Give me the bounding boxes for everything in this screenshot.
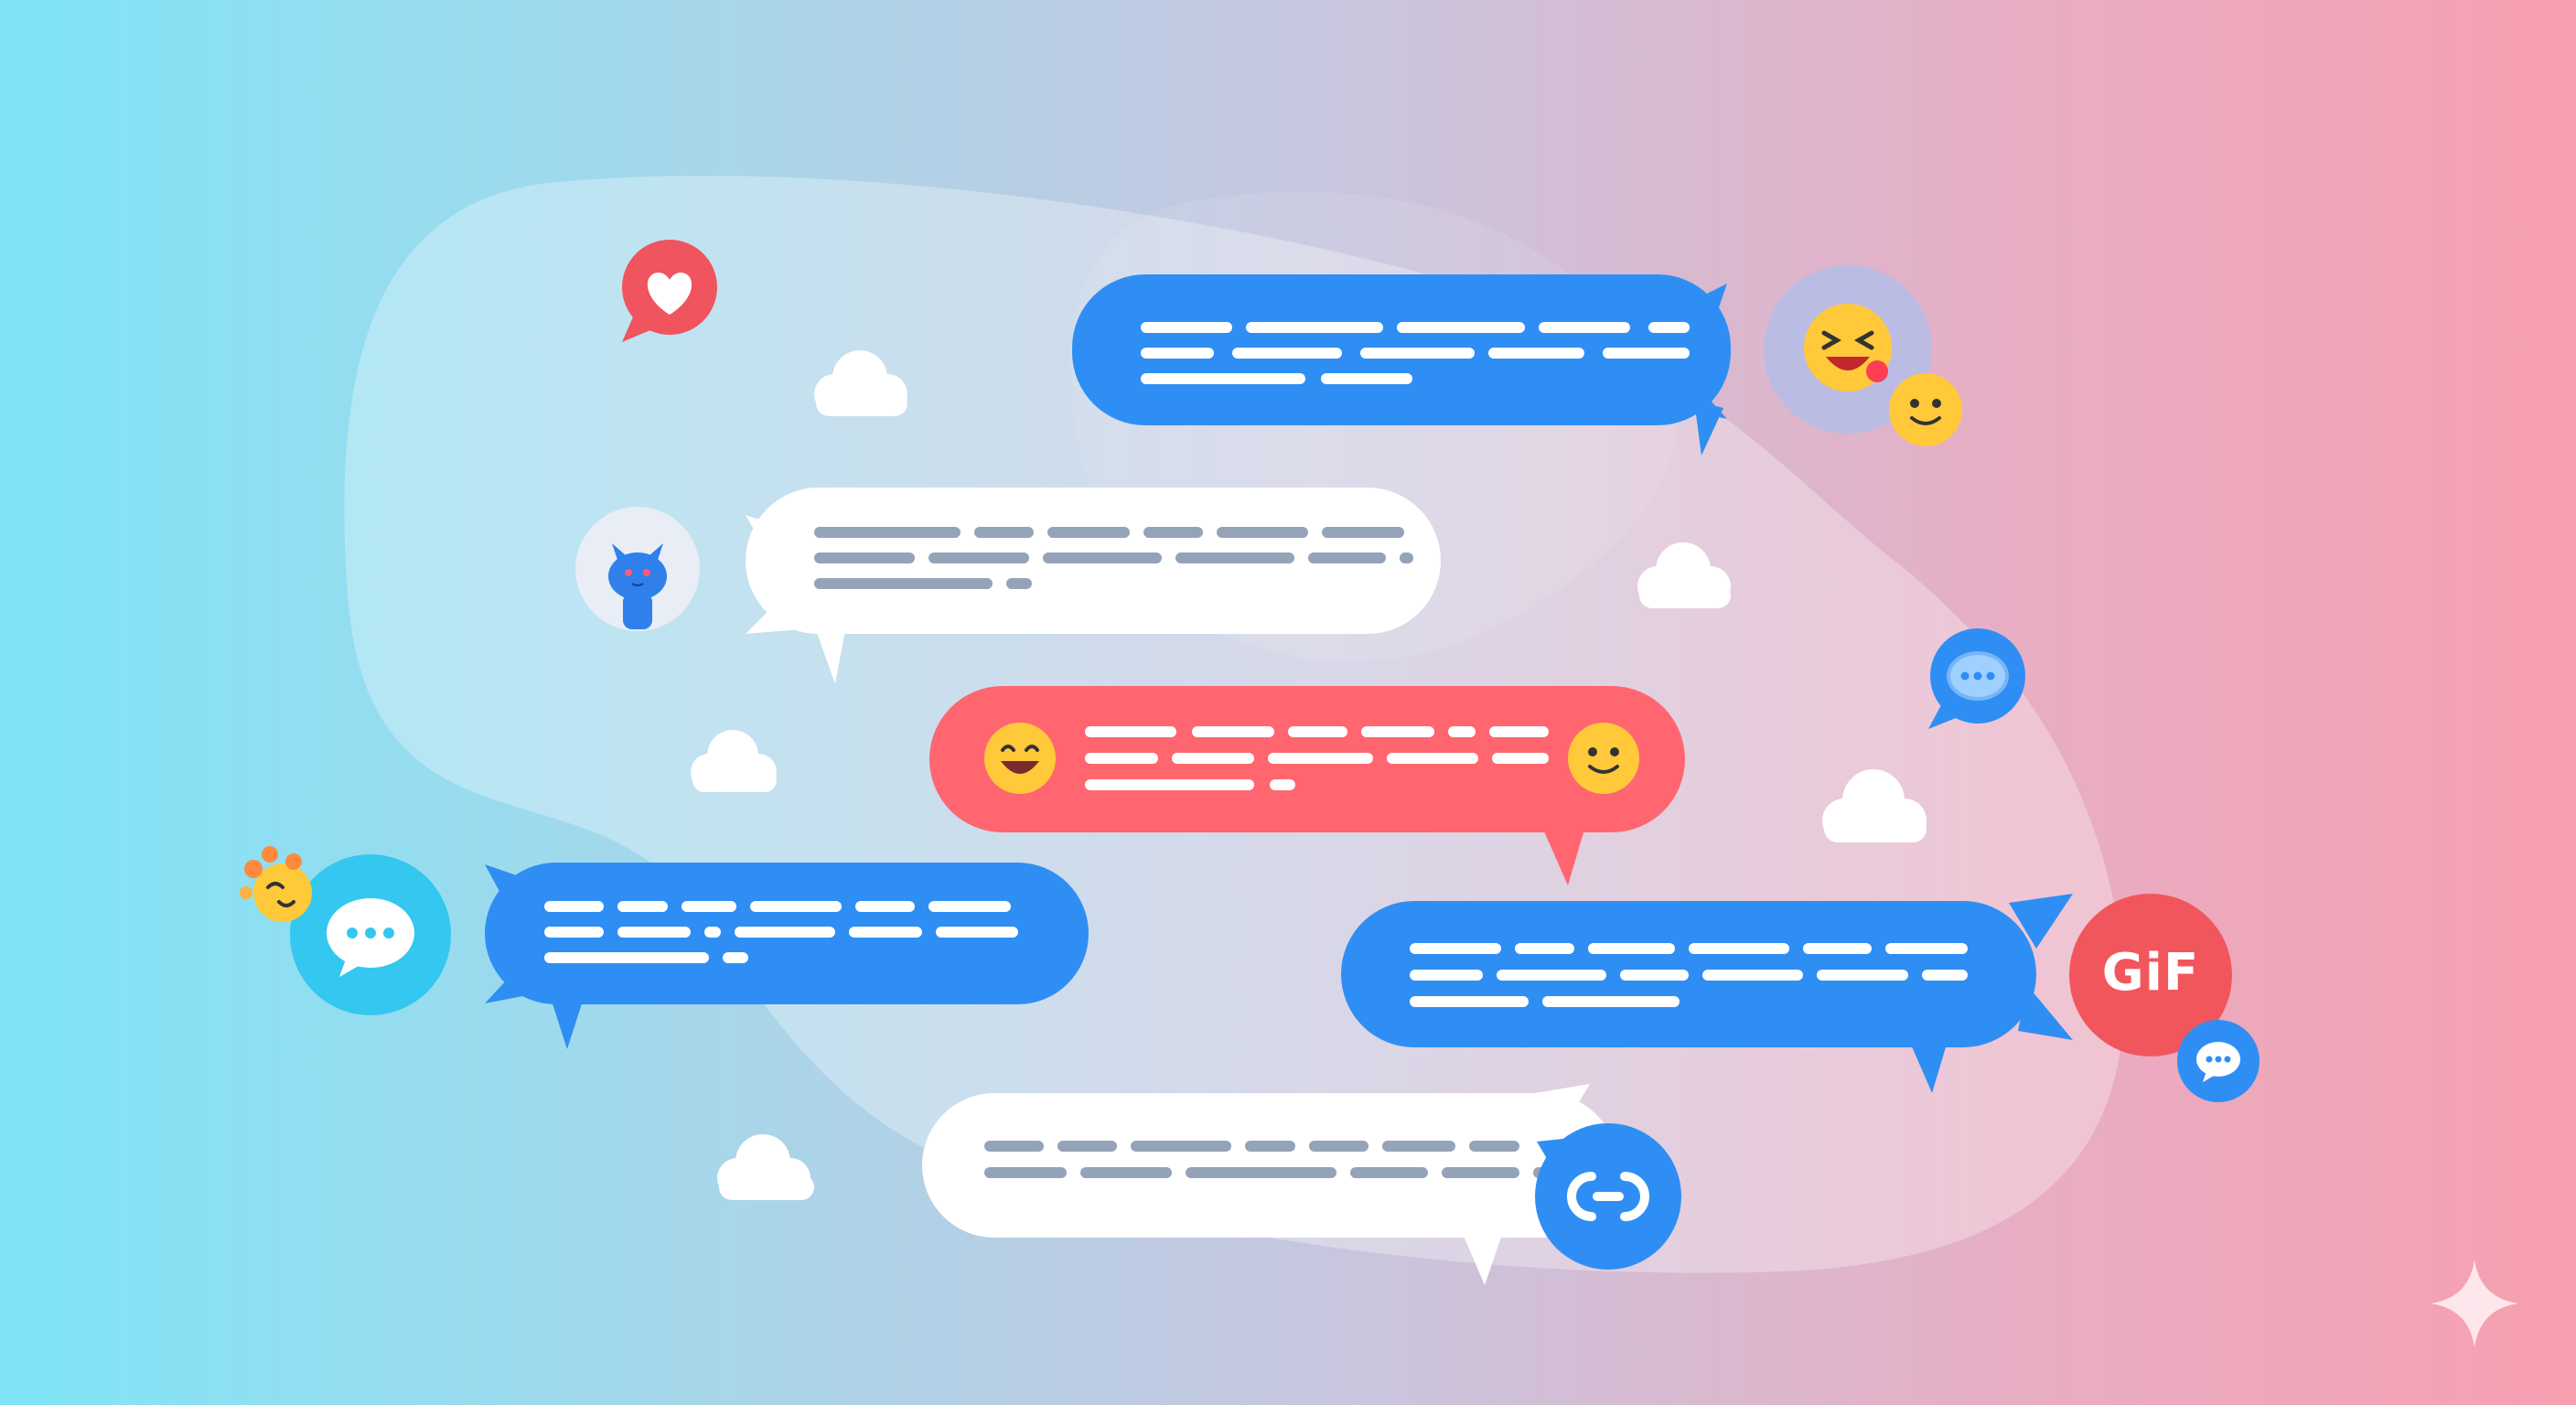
cloud-icon: [1822, 769, 1927, 842]
message-bubble-4: [485, 863, 1089, 1064]
grinning-face-icon: [984, 723, 1056, 794]
message-bubble-5: [1341, 894, 2073, 1102]
message-bubble-1: [1072, 274, 1731, 456]
cat-avatar-icon: [575, 507, 700, 631]
smiling-face-icon: [1568, 723, 1639, 794]
bubble-tail: [1908, 1038, 1948, 1093]
laughing-face-icon: [1804, 304, 1892, 391]
sparkle-icon: [2431, 1260, 2518, 1347]
cloud-icon: [814, 350, 907, 416]
bubble-body: [922, 1093, 1617, 1238]
chat-bubble-dots-icon: [2177, 1020, 2259, 1102]
party-face-icon: [240, 846, 312, 922]
message-bubble-2: [746, 488, 1441, 684]
chat-bubble-dots-icon: [1928, 628, 2025, 729]
cloud-icon: [1637, 542, 1731, 608]
gif-label: GiF: [2101, 943, 2200, 1003]
heart-icon: [622, 240, 717, 342]
link-icon: [1535, 1123, 1681, 1270]
cloud-icon: [717, 1134, 814, 1200]
cloud-icon: [691, 730, 777, 792]
smiling-face-icon: [1889, 373, 1962, 446]
message-bubble-3: [929, 686, 1685, 887]
